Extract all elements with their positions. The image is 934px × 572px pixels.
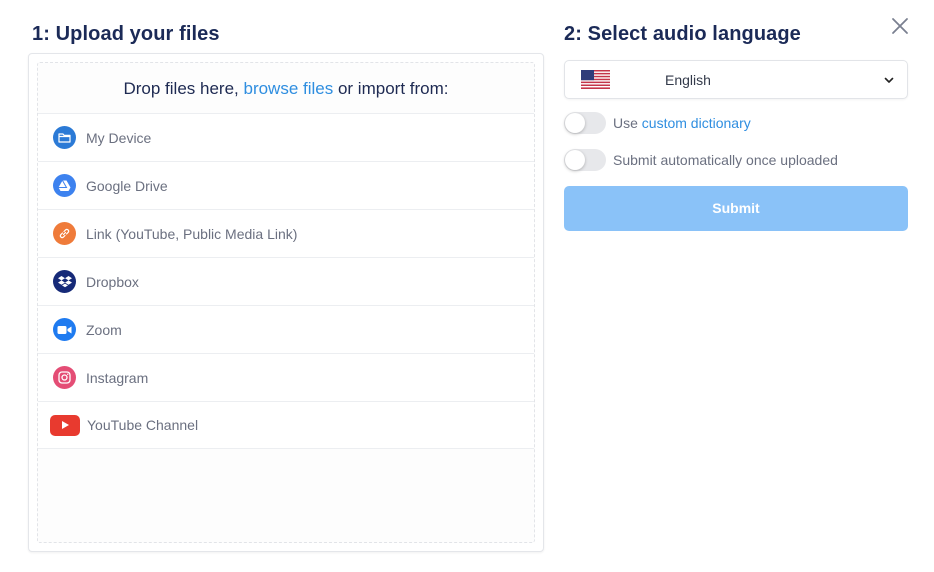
source-link[interactable]: Link (YouTube, Public Media Link): [38, 209, 534, 257]
link-icon: [53, 222, 76, 245]
source-label: Dropbox: [86, 273, 139, 290]
import-source-list: My Device Google Drive Link (YouTube, Pu…: [38, 113, 534, 449]
source-label: Google Drive: [86, 177, 168, 194]
youtube-icon: [50, 414, 80, 436]
drop-text-prefix: Drop files here,: [123, 79, 244, 98]
auto-submit-option: Submit automatically once uploaded: [564, 149, 838, 171]
source-instagram[interactable]: Instagram: [38, 353, 534, 401]
custom-dictionary-link[interactable]: custom dictionary: [642, 115, 751, 131]
selected-language: English: [665, 72, 711, 88]
us-flag-icon: [581, 70, 610, 89]
source-dropbox[interactable]: Dropbox: [38, 257, 534, 305]
drop-instructions: Drop files here, browse files or import …: [38, 79, 534, 99]
chevron-down-icon: [884, 77, 894, 83]
source-youtube-channel[interactable]: YouTube Channel: [38, 401, 534, 449]
submit-button[interactable]: Submit: [564, 186, 908, 231]
source-zoom[interactable]: Zoom: [38, 305, 534, 353]
browse-files-link[interactable]: browse files: [243, 79, 333, 98]
folder-icon: [53, 126, 76, 149]
custom-dictionary-option: Use custom dictionary: [564, 112, 751, 134]
language-select[interactable]: English: [564, 60, 908, 99]
source-label: My Device: [86, 129, 152, 146]
close-button[interactable]: [888, 14, 912, 38]
auto-submit-label: Submit automatically once uploaded: [613, 152, 838, 168]
custom-dictionary-toggle[interactable]: [564, 112, 606, 134]
upload-title: 1: Upload your files: [32, 23, 220, 45]
source-label: Zoom: [86, 321, 122, 338]
dictionary-prefix: Use: [613, 115, 642, 131]
google-drive-icon: [53, 174, 76, 197]
auto-submit-toggle[interactable]: [564, 149, 606, 171]
toggle-knob: [565, 113, 585, 133]
dropzone[interactable]: Drop files here, browse files or import …: [37, 62, 535, 543]
dropbox-icon: [53, 270, 76, 293]
source-label: Instagram: [86, 369, 149, 386]
zoom-icon: [53, 318, 76, 341]
source-google-drive[interactable]: Google Drive: [38, 161, 534, 209]
source-label: YouTube Channel: [87, 417, 199, 433]
custom-dictionary-label: Use custom dictionary: [613, 115, 751, 131]
drop-text-suffix: or import from:: [333, 79, 449, 98]
toggle-knob: [565, 150, 585, 170]
source-my-device[interactable]: My Device: [38, 113, 534, 161]
close-icon: [892, 18, 908, 34]
upload-panel: Drop files here, browse files or import …: [28, 53, 544, 552]
instagram-icon: [53, 366, 76, 389]
language-title: 2: Select audio language: [564, 23, 801, 45]
source-label: Link (YouTube, Public Media Link): [86, 225, 298, 242]
